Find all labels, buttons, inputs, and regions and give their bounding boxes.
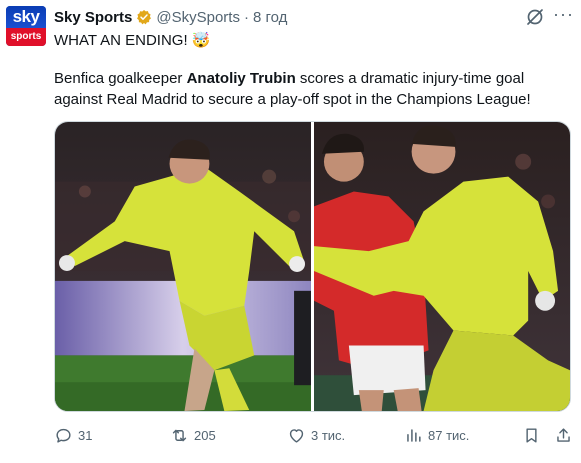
repost-icon bbox=[172, 429, 187, 441]
like-count: 3 тис. bbox=[311, 427, 346, 443]
tweet-body: Benfica goalkeeper Anatoliy Trubin score… bbox=[54, 68, 564, 110]
grok-icon[interactable] bbox=[525, 7, 545, 27]
repost-button[interactable]: 205 bbox=[170, 424, 216, 446]
share-button[interactable] bbox=[554, 424, 578, 446]
tweet-headline: WHAT AN ENDING! 🤯 bbox=[54, 32, 211, 49]
verified-badge-icon bbox=[137, 10, 152, 25]
views-count: 87 тис. bbox=[428, 427, 470, 443]
bookmark-icon bbox=[526, 427, 537, 443]
avatar-logo-top: sky bbox=[6, 6, 46, 28]
repost-count: 205 bbox=[194, 427, 216, 443]
heart-icon bbox=[289, 428, 304, 443]
views-icon bbox=[407, 428, 421, 442]
more-options-icon[interactable]: ··· bbox=[553, 5, 573, 27]
display-name[interactable]: Sky Sports bbox=[54, 9, 132, 26]
timestamp[interactable]: 8 год bbox=[253, 9, 287, 26]
tweet-actions: 31 205 3 тис. 87 тис. bbox=[54, 424, 574, 446]
reply-count: 31 bbox=[78, 427, 93, 443]
photo-1-image bbox=[55, 122, 311, 411]
photo-goalkeeper-celebrating[interactable] bbox=[313, 122, 570, 411]
separator-dot: · bbox=[243, 8, 249, 26]
like-button[interactable]: 3 тис. bbox=[287, 424, 345, 446]
media-grid bbox=[54, 121, 571, 412]
reply-button[interactable]: 31 bbox=[54, 424, 92, 446]
handle[interactable]: @SkySports bbox=[156, 9, 240, 26]
player-name: Anatoliy Trubin bbox=[186, 70, 296, 87]
tweet-body-pre: Benfica goalkeeper bbox=[54, 70, 187, 87]
share-icon bbox=[557, 427, 570, 442]
bookmark-button[interactable] bbox=[522, 424, 546, 446]
tweet-header: Sky Sports @SkySports · 8 год bbox=[54, 7, 287, 27]
photo-2-image bbox=[313, 122, 570, 411]
avatar-logo-bottom: sports bbox=[6, 28, 46, 46]
reply-icon bbox=[56, 428, 71, 443]
avatar[interactable]: sky sports bbox=[6, 6, 46, 46]
photo-goalkeeper-running[interactable] bbox=[55, 122, 311, 411]
views-button[interactable]: 87 тис. bbox=[404, 424, 469, 446]
